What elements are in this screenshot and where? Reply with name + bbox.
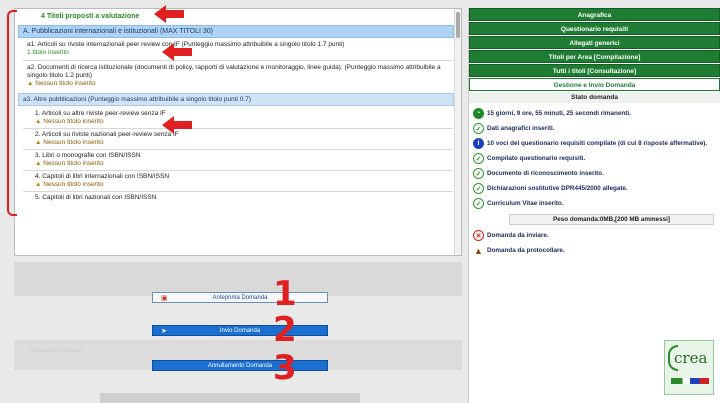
warning-icon: ▲ — [474, 245, 483, 256]
check-icon: ✓ — [473, 183, 484, 194]
sub-item-status: Nessun titolo inserito — [43, 160, 104, 167]
sub-item-2[interactable]: 2. Articoli su riviste nazionali peer-re… — [15, 129, 461, 149]
send-button-label: Invio Domanda — [219, 327, 261, 334]
titles-panel[interactable]: 4 Titoli proposti a valutazione A. Pubbl… — [14, 8, 462, 256]
nav-anagrafica[interactable]: Anagrafica — [469, 8, 720, 21]
annotation-bracket — [7, 10, 17, 216]
status-row: ✕ Domanda da inviare. — [469, 228, 720, 243]
sub-item-label: 3. Libri o monografie con ISBN/ISSN — [35, 152, 141, 159]
sub-item-status: Nessun titolo inserito — [43, 139, 104, 146]
cancel-application-button[interactable]: Annullamento Domanda — [152, 360, 328, 371]
background-band — [100, 393, 360, 403]
check-icon: ✓ — [473, 123, 484, 134]
warning-icon: ▲ — [35, 181, 42, 188]
a1-item[interactable]: a1. Articoli su riviste internazionali p… — [15, 38, 461, 60]
send-button[interactable]: ➤ Invio Domanda — [152, 325, 328, 336]
warning-icon: ▲ — [35, 139, 42, 146]
annotation-number: 1 — [273, 274, 297, 314]
status-row: ▲ Domanda da protocollare. — [474, 245, 565, 256]
nav-tutti-titoli[interactable]: Tutti i titoli [Consultazione] — [469, 64, 720, 77]
sub-item-1[interactable]: 1. Articoli su altre riviste peer-review… — [15, 108, 461, 128]
warning-icon: ▲ — [35, 118, 42, 125]
clock-icon: ◔ — [473, 108, 484, 119]
check-icon: ✓ — [473, 153, 484, 164]
info-icon: i — [473, 138, 484, 149]
preview-button[interactable]: ▣ Anteprima Domanda — [152, 292, 328, 303]
warning-icon: ▲ — [35, 160, 42, 167]
faded-background: ▭▭▭▭▭ ▭▭▭▭ — [30, 348, 83, 354]
annotation-arrow-icon — [154, 5, 184, 23]
crea-logo: crea — [664, 340, 714, 395]
annotation-arrow-icon — [162, 116, 192, 134]
status-row: ✓ Curriculum Vitae inserito. — [469, 196, 720, 211]
annotation-arrow-icon — [162, 43, 192, 61]
check-icon: ✓ — [473, 168, 484, 179]
x-icon: ✕ — [473, 230, 484, 241]
sub-item-label: 5. Capitoli di libri nazionali con ISBN/… — [35, 194, 157, 201]
status-row: ✓ Compilato questionario requisiti. — [469, 151, 720, 166]
scrollbar[interactable] — [454, 9, 461, 255]
check-icon: ✓ — [473, 198, 484, 209]
status-title: Stato domanda — [469, 92, 720, 103]
status-row: i 10 voci del questionario requisiti comp… — [469, 136, 720, 151]
a2-status: Nessun titolo inserito — [35, 80, 96, 87]
sub-item-label: 1. Articoli su altre riviste peer-review… — [35, 110, 166, 117]
status-row: ◔ 15 giorni, 9 ore, 55 minuti, 25 secondi… — [469, 106, 720, 121]
send-icon: ➤ — [161, 327, 167, 335]
nav-questionario[interactable]: Questionario requisiti — [469, 22, 720, 35]
a2-item[interactable]: a2. Documenti di ricerca istituzionale (… — [15, 61, 461, 91]
nav-titoli-area[interactable]: Titoli per Area [Compilazione] — [469, 50, 720, 63]
status-row: ✓ Documento di riconoscimento inserito. — [469, 166, 720, 181]
sub-item-status: Nessun titolo inserito — [43, 118, 104, 125]
a3-header[interactable]: a3. Altre pubblicazioni (Punteggio massi… — [18, 93, 454, 106]
sub-item-label: 2. Articoli su riviste nazionali peer-re… — [35, 131, 179, 138]
section-a-header[interactable]: A. Pubblicazioni internazionali e istitu… — [18, 25, 454, 38]
a1-label: a1. Articoli su riviste internazionali p… — [27, 41, 345, 48]
nav-gestione-invio[interactable]: Gestione e Invio Domanda — [469, 78, 720, 91]
a1-status: 1 titolo inserito — [27, 49, 69, 56]
warning-icon: ▲ — [27, 80, 34, 87]
scrollbar-thumb[interactable] — [456, 12, 460, 38]
background-band — [14, 262, 462, 296]
sub-item-5[interactable]: 5. Capitoli di libri nazionali con ISBN/… — [15, 192, 461, 204]
titles-heading: 4 Titoli proposti a valutazione — [41, 13, 140, 20]
application-size: Peso domanda:0MB,[200 MB ammessi] — [509, 214, 714, 225]
pdf-icon: ▣ — [161, 294, 168, 302]
sub-item-status: Nessun titolo inserito — [43, 181, 104, 188]
annotation-number: 3 — [273, 348, 297, 388]
sub-item-3[interactable]: 3. Libri o monografie con ISBN/ISSN ▲ Ne… — [15, 150, 461, 170]
a2-label: a2. Documenti di ricerca istituzionale (… — [27, 64, 441, 79]
cancel-button-label: Annullamento Domanda — [207, 362, 273, 369]
preview-button-label: Anteprima Domanda — [212, 294, 268, 301]
annotation-number: 2 — [273, 310, 297, 350]
sub-item-label: 4. Capitoli di libri internazionali con … — [35, 173, 170, 180]
status-row: ✓ Dichiarazioni sostitutive DPR445/2000 a… — [469, 181, 720, 196]
status-row: ✓ Dati anagrafici inseriti. — [469, 121, 720, 136]
sub-item-4[interactable]: 4. Capitoli di libri internazionali con … — [15, 171, 461, 191]
nav-allegati[interactable]: Allegati generici — [469, 36, 720, 49]
